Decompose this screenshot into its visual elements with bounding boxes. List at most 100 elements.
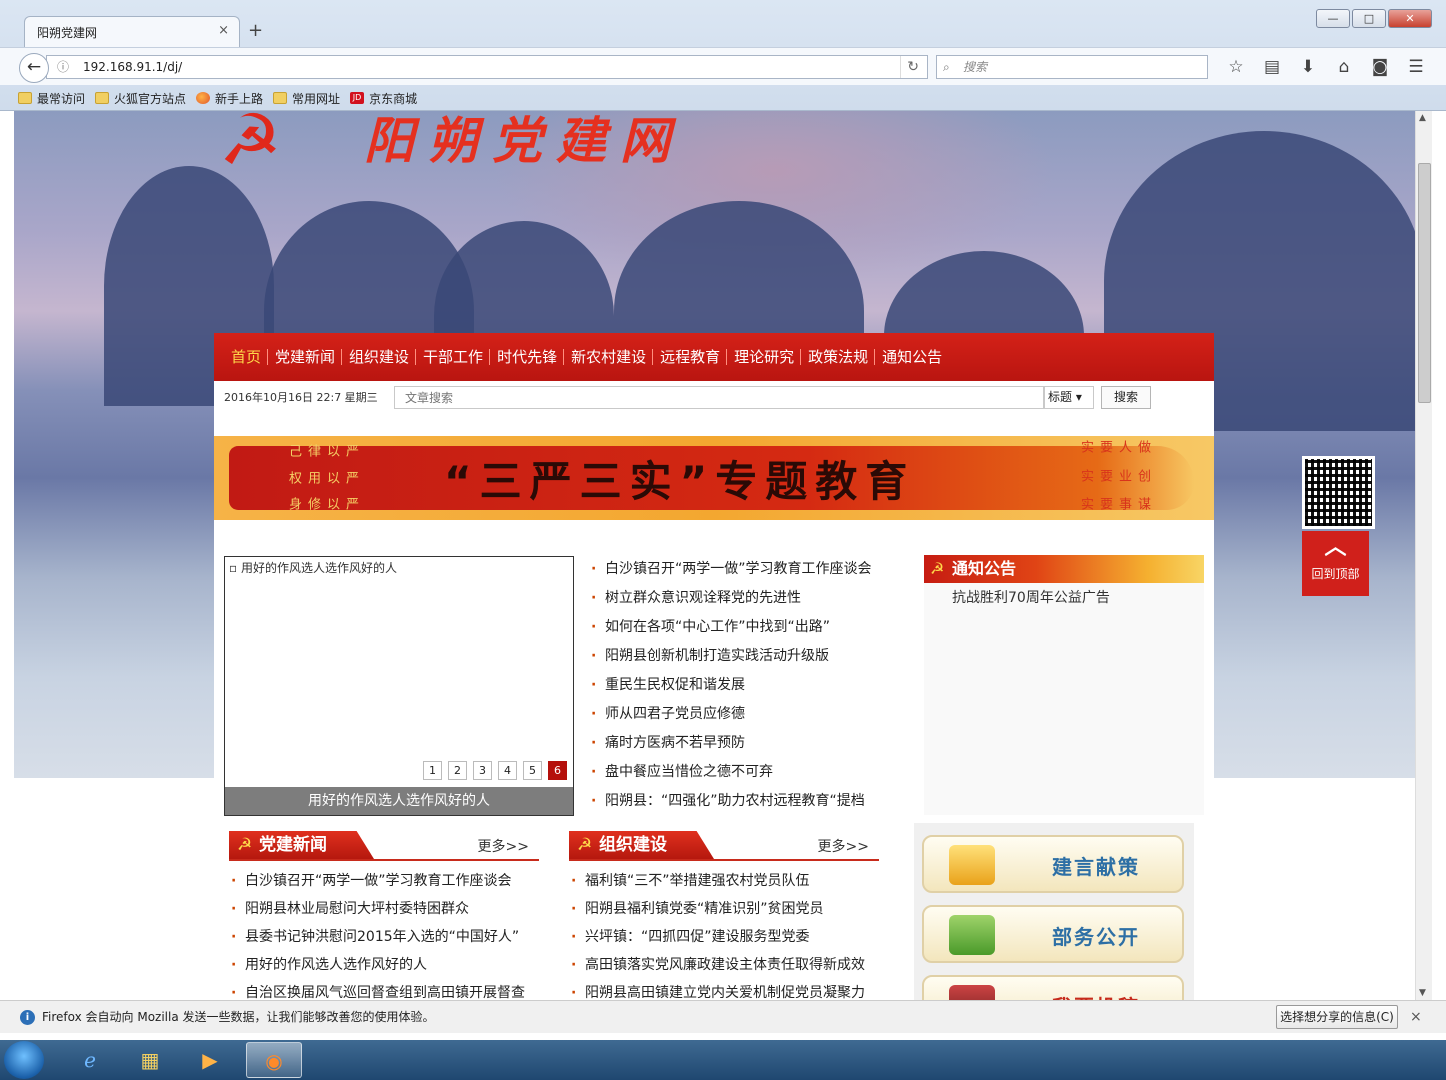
bookmark-item[interactable]: 常用网址 xyxy=(273,90,340,107)
bookmark-item[interactable]: 火狐官方站点 xyxy=(95,90,186,107)
page-viewport: ☭ 阳朔党建网 首页 党建新闻 组织建设 干部工作 时代先锋 新农村建设 远程教… xyxy=(14,111,1415,1000)
slider-caption[interactable]: 用好的作风选人选作风好的人 xyxy=(225,787,573,815)
list-item[interactable]: 阳朔县林业局慰问大坪村委特困群众 xyxy=(229,895,539,923)
slider-page-button-active[interactable]: 6 xyxy=(548,761,567,780)
public-affairs-button[interactable]: 部务公开 xyxy=(922,905,1184,963)
windows-taskbar: ℯ ▦ ▶ ◉ xyxy=(0,1040,1446,1080)
folder-icon xyxy=(949,845,995,885)
headline-list: 白沙镇召开“两学一做”学习教育工作座谈会 树立群众意识观诠释党的先进性 如何在各… xyxy=(589,555,909,816)
list-item[interactable]: 自治区换届风气巡回督查组到高田镇开展督查 xyxy=(229,979,539,1000)
tab-active[interactable]: 阳朔党建网 × xyxy=(24,16,240,47)
list-item[interactable]: 树立群众意识观诠释党的先进性 xyxy=(589,584,909,613)
party-emblem-icon: ☭ xyxy=(219,111,282,181)
notification-bar: i Firefox 会自动向 Mozilla 发送一些数据，让我们能够改善您的使… xyxy=(0,1000,1446,1033)
slider-page-button[interactable]: 5 xyxy=(523,761,542,780)
topic-banner[interactable]: 严以律己 严以用权 严以修身 “三严三实”专题教育 做人要实 创业要实 谋事要实 xyxy=(214,436,1214,520)
tab-close-icon[interactable]: × xyxy=(218,23,229,38)
scroll-down-icon[interactable]: ▼ xyxy=(1419,988,1426,998)
list-item[interactable]: 阳朔县福利镇党委“精准识别”贫困党员 xyxy=(569,895,879,923)
list-item[interactable]: 痛时方医病不若早预防 xyxy=(589,729,909,758)
scrollbar-thumb[interactable] xyxy=(1418,163,1431,403)
list-item[interactable]: 阳朔县高田镇建立党内关爱机制促党员凝聚力 xyxy=(569,979,879,1000)
article-search-input[interactable] xyxy=(394,386,1044,409)
suggestion-button[interactable]: 建言献策 xyxy=(922,835,1184,893)
close-window-button[interactable]: ✕ xyxy=(1388,9,1432,28)
section-title: ☭ 党建新闻 xyxy=(229,831,374,859)
more-link[interactable]: 更多>> xyxy=(818,836,869,856)
bookmark-star-icon[interactable]: ☆ xyxy=(1218,57,1254,77)
list-item[interactable]: 高田镇落实党风廉政建设主体责任取得新成效 xyxy=(569,951,879,979)
start-orb[interactable] xyxy=(4,1041,44,1079)
firefox-icon[interactable]: ◉ xyxy=(246,1042,302,1078)
home-icon[interactable]: ⌂ xyxy=(1326,57,1362,77)
bookmark-item[interactable]: 新手上路 xyxy=(196,90,263,107)
list-item[interactable]: 阳朔县：“四强化”助力农村远程教育“提档 xyxy=(589,787,909,816)
notice-item[interactable]: 抗战胜利70周年公益广告 xyxy=(924,583,1204,611)
firefox-icon xyxy=(196,92,211,104)
list-item[interactable]: 阳朔县创新机制打造实践活动升级版 xyxy=(589,642,909,671)
back-to-top-button[interactable]: ︿ 回到顶部 xyxy=(1302,531,1369,596)
vertical-scrollbar[interactable]: ▲ ▼ xyxy=(1415,111,1432,1000)
slider-page-button[interactable]: 1 xyxy=(423,761,442,780)
jd-icon: JD xyxy=(350,92,365,104)
url-bar[interactable]: ⓘ 192.168.91.1/dj/ ↻ xyxy=(46,55,928,79)
list-item[interactable]: 用好的作风选人选作风好的人 xyxy=(229,951,539,979)
slider-page-button[interactable]: 3 xyxy=(473,761,492,780)
site-info-icon[interactable]: ⓘ xyxy=(57,56,69,78)
list-item[interactable]: 县委书记钟洪慰问2015年入选的“中国好人” xyxy=(229,923,539,951)
share-data-button[interactable]: 选择想分享的信息(C) xyxy=(1276,1005,1398,1029)
menu-item[interactable]: 理论研究 xyxy=(731,349,802,365)
menu-item[interactable]: 通知公告 xyxy=(879,349,948,365)
download-icon[interactable]: ⬇ xyxy=(1290,57,1326,77)
new-tab-button[interactable]: + xyxy=(248,20,263,41)
search-bar[interactable]: ⌕ 搜索 xyxy=(936,55,1208,79)
reading-list-icon[interactable]: ▤ xyxy=(1254,57,1290,77)
more-link[interactable]: 更多>> xyxy=(478,836,529,856)
bookmark-item[interactable]: 最常访问 xyxy=(18,90,85,107)
notice-title: 通知公告 xyxy=(952,559,1017,578)
submit-article-button[interactable]: 我要投稿 xyxy=(922,975,1184,1000)
menu-item[interactable]: 新农村建设 xyxy=(568,349,654,365)
menu-item-home[interactable]: 首页 xyxy=(228,349,269,365)
browser-chrome: 阳朔党建网 × + — □ ✕ ⓘ 192.168.91.1/dj/ ↻ ← ⌕… xyxy=(0,0,1446,111)
list-item[interactable]: 兴坪镇：“四抓四促”建设服务型党委 xyxy=(569,923,879,951)
menu-item[interactable]: 政策法规 xyxy=(805,349,876,365)
image-slider[interactable]: ▫ 用好的作风选人选作风好的人 1 2 3 4 5 6 用好的作风选人选作风好的… xyxy=(224,556,574,816)
info-icon: i xyxy=(20,1010,35,1025)
menu-item[interactable]: 干部工作 xyxy=(420,349,491,365)
notification-text: Firefox 会自动向 Mozilla 发送一些数据，让我们能够改善您的使用体… xyxy=(42,1010,435,1024)
back-button[interactable]: ← xyxy=(19,53,49,83)
scroll-up-icon[interactable]: ▲ xyxy=(1419,113,1426,123)
list-item[interactable]: 如何在各项“中心工作”中找到“出路” xyxy=(589,613,909,642)
folder-icon xyxy=(18,92,32,104)
list-item[interactable]: 白沙镇召开“两学一做”学习教育工作座谈会 xyxy=(229,867,539,895)
list-item[interactable]: 盘中餐应当惜俭之德不可弃 xyxy=(589,758,909,787)
quick-links-column: 建言献策 部务公开 我要投稿 xyxy=(914,823,1194,1000)
maximize-button[interactable]: □ xyxy=(1352,9,1386,28)
ie-icon[interactable]: ℯ xyxy=(62,1042,118,1078)
menu-icon[interactable]: ☰ xyxy=(1398,57,1434,77)
menu-item[interactable]: 时代先锋 xyxy=(494,349,565,365)
menu-item[interactable]: 远程教育 xyxy=(657,349,728,365)
list-item[interactable]: 福利镇“三不”举措建强农村党员队伍 xyxy=(569,867,879,895)
party-emblem-icon: ☭ xyxy=(930,559,945,578)
slider-page-button[interactable]: 4 xyxy=(498,761,517,780)
list-item[interactable]: 重民生民权促和谐发展 xyxy=(589,671,909,700)
slider-pagination: 1 2 3 4 5 6 xyxy=(423,761,567,780)
menu-item[interactable]: 党建新闻 xyxy=(272,349,343,365)
bookmarks-toolbar: 最常访问 火狐官方站点 新手上路 常用网址 JD 京东商城 xyxy=(0,86,1446,110)
menu-item[interactable]: 组织建设 xyxy=(346,349,417,365)
search-button[interactable]: 搜索 xyxy=(1101,386,1151,409)
search-field-select[interactable]: 标题 ▾ xyxy=(1044,386,1094,409)
media-player-icon[interactable]: ▶ xyxy=(182,1042,238,1078)
pocket-icon[interactable]: ◙ xyxy=(1362,57,1398,77)
explorer-icon[interactable]: ▦ xyxy=(122,1042,178,1078)
bookmark-label: 新手上路 xyxy=(215,91,264,106)
bookmark-item[interactable]: JD 京东商城 xyxy=(350,90,417,107)
close-icon[interactable]: × xyxy=(1410,1001,1422,1033)
slider-page-button[interactable]: 2 xyxy=(448,761,467,780)
minimize-button[interactable]: — xyxy=(1316,9,1350,28)
list-item[interactable]: 白沙镇召开“两学一做”学习教育工作座谈会 xyxy=(589,555,909,584)
list-item[interactable]: 师从四君子党员应修德 xyxy=(589,700,909,729)
reload-icon[interactable]: ↻ xyxy=(900,56,919,78)
